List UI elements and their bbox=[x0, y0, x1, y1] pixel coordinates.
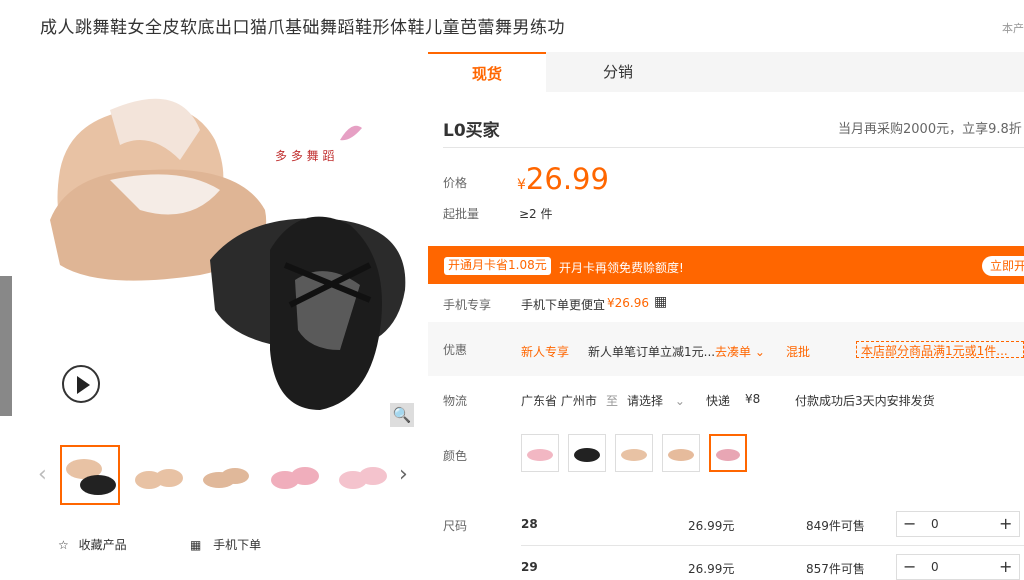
size-label: 尺码 bbox=[443, 519, 468, 533]
mobile-price: ¥26.96 bbox=[607, 296, 649, 310]
black-shoe-front bbox=[270, 216, 382, 410]
tab-spot[interactable]: 现货 bbox=[428, 52, 546, 92]
quantity-value[interactable]: 0 bbox=[931, 512, 939, 536]
promo-label: 优惠 bbox=[443, 343, 468, 357]
moq-label: 起批量 bbox=[443, 207, 480, 221]
color-swatch-4[interactable] bbox=[662, 434, 700, 472]
tab-bar: 现货 分销 bbox=[428, 52, 1024, 92]
mix-batch-link[interactable]: 混批 bbox=[786, 343, 810, 360]
ship-time: 付款成功后3天内安排发货 bbox=[795, 394, 935, 408]
new-user-desc: 新人单笔订单立减1元... bbox=[588, 345, 716, 359]
logistics-label: 物流 bbox=[443, 394, 468, 408]
thumb-next-icon[interactable]: › bbox=[399, 462, 408, 487]
star-icon: ☆ bbox=[58, 538, 69, 552]
price-label: 价格 bbox=[443, 176, 468, 190]
qr-code-icon: ▦ bbox=[190, 538, 202, 552]
chevron-down-icon: ⌄ bbox=[754, 345, 765, 359]
plus-icon[interactable]: + bbox=[999, 555, 1012, 579]
buyer-level: L0买家 bbox=[443, 121, 500, 141]
divider bbox=[443, 147, 1024, 148]
size-stock: 857件可售 bbox=[806, 562, 865, 576]
mobile-text: 手机下单更便宜 bbox=[521, 298, 606, 312]
go-collect-label: 去凑单 bbox=[715, 345, 752, 359]
thumbnail-1[interactable] bbox=[60, 445, 120, 505]
price-number: 26.99 bbox=[525, 162, 609, 196]
collect-button[interactable]: ☆ 收藏产品 bbox=[58, 536, 127, 553]
ship-method: 快递 bbox=[706, 394, 731, 408]
divider bbox=[521, 545, 1024, 546]
color-swatch-2[interactable] bbox=[568, 434, 606, 472]
size-value: 28 bbox=[521, 517, 538, 531]
thumbnail-3[interactable] bbox=[196, 445, 256, 505]
go-collect-link[interactable]: 去凑单 ⌄ bbox=[715, 343, 765, 360]
size-value: 29 bbox=[521, 560, 538, 574]
thumbnail-4[interactable] bbox=[264, 445, 324, 505]
destination-select[interactable]: 请选择 ⌄ bbox=[627, 392, 685, 409]
chevron-down-icon: ⌄ bbox=[674, 394, 685, 408]
size-price: 26.99元 bbox=[688, 562, 735, 576]
color-swatch-5[interactable] bbox=[709, 434, 747, 472]
ship-from: 广东省 广州市 bbox=[521, 394, 597, 408]
open-now-button[interactable]: 立即开 bbox=[982, 256, 1024, 276]
collect-label: 收藏产品 bbox=[78, 538, 127, 552]
size-stock: 849件可售 bbox=[806, 519, 865, 533]
minus-icon[interactable]: − bbox=[903, 555, 916, 579]
monthly-card-text: 开月卡再领免费赊额度! bbox=[559, 261, 684, 275]
store-promo[interactable]: 本店部分商品满1元或1件... bbox=[856, 341, 1024, 358]
color-swatch-1[interactable] bbox=[521, 434, 559, 472]
qr-code-icon[interactable]: ▦ bbox=[654, 294, 667, 310]
zoom-icon[interactable]: 🔍 bbox=[390, 403, 414, 427]
size-price: 26.99元 bbox=[688, 519, 735, 533]
mobile-label: 手机专享 bbox=[443, 298, 492, 312]
brand-text: 多 多 舞 蹈 bbox=[275, 149, 334, 163]
quantity-stepper[interactable]: − 0 + bbox=[896, 511, 1020, 537]
tab-distribution[interactable]: 分销 bbox=[578, 52, 658, 92]
new-user-tag: 新人专享 bbox=[521, 345, 570, 359]
quantity-value[interactable]: 0 bbox=[931, 555, 939, 579]
price-value: ¥26.99 bbox=[517, 162, 609, 196]
quantity-stepper[interactable]: − 0 + bbox=[896, 554, 1020, 580]
side-tab[interactable] bbox=[0, 276, 12, 416]
monthly-card-tag[interactable]: 开通月卡省1.08元 bbox=[444, 257, 551, 275]
buyer-tip: 当月再采购2000元，立享9.8折 bbox=[838, 122, 1022, 137]
top-right-text[interactable]: 本产 bbox=[1002, 20, 1024, 36]
ship-to-label: 至 bbox=[606, 394, 619, 408]
product-title: 成人跳舞鞋女全皮软底出口猫爪基础舞蹈鞋形体鞋儿童芭蕾舞男练功 bbox=[40, 18, 565, 38]
mobile-order-label: 手机下单 bbox=[213, 538, 262, 552]
plus-icon[interactable]: + bbox=[999, 512, 1012, 536]
minus-icon[interactable]: − bbox=[903, 512, 916, 536]
color-label: 颜色 bbox=[443, 449, 468, 463]
ship-fee: ¥8 bbox=[745, 392, 761, 406]
destination-label: 请选择 bbox=[627, 394, 664, 408]
color-swatch-3[interactable] bbox=[615, 434, 653, 472]
play-video-button[interactable] bbox=[62, 365, 100, 403]
thumbnail-2[interactable] bbox=[128, 445, 188, 505]
mobile-order-button[interactable]: ▦ 手机下单 bbox=[190, 536, 261, 553]
thumb-prev-icon[interactable]: ‹ bbox=[38, 462, 47, 487]
moq-value: ≥2 件 bbox=[519, 207, 553, 221]
thumbnail-5[interactable] bbox=[332, 445, 392, 505]
currency: ¥ bbox=[517, 177, 526, 193]
